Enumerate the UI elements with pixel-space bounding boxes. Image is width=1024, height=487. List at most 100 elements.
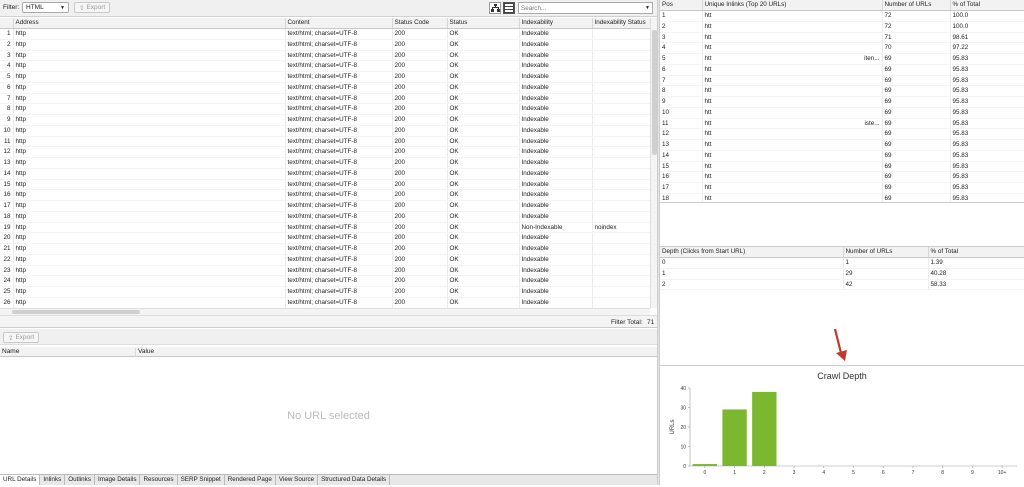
table-row[interactable]: 19 http text/html; charset=UTF-8 200 OK Non-I… [0, 222, 650, 234]
column-header-address[interactable]: Address [13, 18, 286, 29]
export-icon: ⇪ [79, 4, 85, 12]
status-cell: OK [447, 82, 520, 94]
row-number: 12 [0, 146, 14, 158]
column-header-pos[interactable]: Pos [660, 0, 703, 11]
tab-outlinks[interactable]: Outlinks [65, 475, 95, 485]
table-row[interactable]: 15 htt 69 95.83 [660, 161, 1024, 173]
column-header-unique-inlinks[interactable]: Unique Inlinks (Top 20 URLs) [702, 0, 883, 11]
search-box[interactable]: ▼ [518, 2, 653, 14]
table-row[interactable]: 25 http text/html; charset=UTF-8 200 OK Index… [0, 286, 650, 298]
column-header-status-code[interactable]: Status Code [392, 18, 448, 29]
column-header-indexability[interactable]: Indexability [519, 18, 593, 29]
inlink-url-text: htt [704, 76, 712, 84]
table-row[interactable]: 12 htt 69 95.83 [660, 128, 1024, 140]
table-row[interactable]: 13 htt 69 95.83 [660, 139, 1024, 151]
table-row[interactable]: 9 htt 69 95.83 [660, 96, 1024, 108]
table-row[interactable]: 23 http text/html; charset=UTF-8 200 OK Index… [0, 265, 650, 277]
tab-image-details[interactable]: Image Details [94, 475, 141, 485]
pos-cell: 16 [660, 171, 703, 183]
filter-select[interactable]: HTML ▼ [22, 2, 69, 13]
list-view-button[interactable] [503, 2, 515, 14]
table-row[interactable]: 1 29 40.28 [660, 268, 1024, 280]
table-row[interactable]: 1 htt 72 100.0 [660, 10, 1024, 22]
table-row[interactable]: 8 htt 69 95.83 [660, 85, 1024, 97]
tab-view-source[interactable]: View Source [275, 475, 319, 485]
table-row[interactable]: 18 htt 69 95.83 [660, 193, 1024, 202]
search-input[interactable] [521, 4, 631, 12]
column-header-depth[interactable]: Depth (Clicks from Start URL) [660, 247, 844, 258]
table-row[interactable]: 6 htt 69 95.83 [660, 64, 1024, 76]
table-row[interactable]: 14 htt 69 95.83 [660, 150, 1024, 162]
table-row[interactable]: 12 http text/html; charset=UTF-8 200 OK Index… [0, 146, 650, 158]
table-row[interactable]: 9 http text/html; charset=UTF-8 200 OK Indexa… [0, 114, 650, 126]
table-row[interactable]: 2 42 58.33 [660, 279, 1024, 291]
column-header-number-of-urls[interactable]: Number of URLs [882, 0, 951, 11]
tab-url-details[interactable]: URL Details [0, 475, 41, 485]
table-row[interactable]: 13 http text/html; charset=UTF-8 200 OK Index… [0, 157, 650, 169]
pos-cell: 8 [660, 85, 703, 97]
table-row[interactable]: 5 htt iten... 69 95.83 [660, 53, 1024, 65]
table-row[interactable]: 4 htt 70 97.22 [660, 42, 1024, 54]
chevron-down-icon[interactable]: ▼ [645, 5, 650, 11]
indexability-status-cell [592, 211, 650, 223]
main-table-vertical-scrollbar[interactable] [650, 18, 657, 308]
tree-view-button[interactable] [489, 2, 501, 14]
table-row[interactable]: 11 htt iste... 69 95.83 [660, 118, 1024, 130]
column-header-indexability-status[interactable]: Indexability Status [592, 18, 650, 29]
tab-resources[interactable]: Resources [140, 475, 178, 485]
tab-inlinks[interactable]: Inlinks [40, 475, 66, 485]
column-header-value[interactable]: Value [135, 348, 154, 357]
table-row[interactable]: 3 htt 71 98.61 [660, 32, 1024, 44]
detail-export-button[interactable]: ⇪ Export [3, 332, 40, 343]
inlink-url-cell: htt [702, 32, 883, 44]
main-table-horizontal-scrollbar[interactable] [0, 308, 650, 315]
table-row[interactable]: 10 htt 69 95.83 [660, 107, 1024, 119]
tab-rendered-page[interactable]: Rendered Page [224, 475, 276, 485]
table-row[interactable]: 14 http text/html; charset=UTF-8 200 OK Index… [0, 168, 650, 180]
status-code-cell: 200 [392, 222, 448, 234]
indexability-status-cell [592, 60, 650, 72]
table-row[interactable]: 6 http text/html; charset=UTF-8 200 OK Indexa… [0, 82, 650, 94]
table-row[interactable]: 17 http text/html; charset=UTF-8 200 OK Index… [0, 200, 650, 212]
table-row[interactable]: 7 htt 69 95.83 [660, 75, 1024, 87]
inlink-url-overflow-text: iste... [864, 119, 880, 127]
column-header-depth-number-of-urls[interactable]: Number of URLs [843, 247, 929, 258]
column-header-name[interactable]: Name [2, 348, 19, 355]
table-row[interactable]: 17 htt 69 95.83 [660, 182, 1024, 194]
table-row[interactable]: 5 http text/html; charset=UTF-8 200 OK Indexa… [0, 71, 650, 83]
status-cell: OK [447, 179, 520, 191]
inlink-url-cell: htt [702, 128, 883, 140]
table-row[interactable]: 24 http text/html; charset=UTF-8 200 OK Index… [0, 275, 650, 287]
table-row[interactable]: 22 http text/html; charset=UTF-8 200 OK Index… [0, 254, 650, 266]
table-row[interactable]: 18 http text/html; charset=UTF-8 200 OK Index… [0, 211, 650, 223]
table-row[interactable]: 21 http text/html; charset=UTF-8 200 OK Index… [0, 243, 650, 255]
table-row[interactable]: 11 http text/html; charset=UTF-8 200 OK Index… [0, 136, 650, 148]
table-row[interactable]: 7 http text/html; charset=UTF-8 200 OK Indexa… [0, 93, 650, 105]
export-button[interactable]: ⇪ Export [74, 2, 111, 13]
tab-structured-data-details[interactable]: Structured Data Details [318, 475, 391, 485]
table-row[interactable]: 10 http text/html; charset=UTF-8 200 OK Index… [0, 125, 650, 137]
column-header-percent-of-total[interactable]: % of Total [950, 0, 1024, 11]
table-row[interactable]: 8 http text/html; charset=UTF-8 200 OK Indexa… [0, 103, 650, 115]
table-row[interactable]: 15 http text/html; charset=UTF-8 200 OK Index… [0, 179, 650, 191]
table-row[interactable]: 0 1 1.39 [660, 257, 1024, 269]
status-code-cell: 200 [392, 114, 448, 126]
table-row[interactable]: 16 http text/html; charset=UTF-8 200 OK Index… [0, 189, 650, 201]
table-row[interactable]: 4 http text/html; charset=UTF-8 200 OK Indexa… [0, 60, 650, 72]
table-row[interactable]: 26 http text/html; charset=UTF-8 200 OK Index… [0, 297, 650, 308]
column-header-content[interactable]: Content [285, 18, 393, 29]
tab-serp-snippet[interactable]: SERP Snippet [177, 475, 225, 485]
inlink-url-text: htt [704, 87, 712, 95]
table-row[interactable]: 2 htt 72 100.0 [660, 21, 1024, 33]
column-header-status[interactable]: Status [447, 18, 520, 29]
inlink-url-text: htt [704, 162, 712, 170]
table-row[interactable]: 20 http text/html; charset=UTF-8 200 OK Index… [0, 232, 650, 244]
table-row[interactable]: 2 http text/html; charset=UTF-8 200 OK Indexa… [0, 39, 650, 51]
table-row[interactable]: 3 http text/html; charset=UTF-8 200 OK Indexa… [0, 50, 650, 62]
scrollbar-thumb[interactable] [12, 310, 140, 314]
status-cell: OK [447, 275, 520, 287]
table-row[interactable]: 16 htt 69 95.83 [660, 171, 1024, 183]
inlinks-panel: Pos Unique Inlinks (Top 20 URLs) Number … [660, 0, 1024, 203]
table-row[interactable]: 1 http text/html; charset=UTF-8 200 OK Indexa… [0, 28, 650, 40]
column-header-depth-percent-of-total[interactable]: % of Total [928, 247, 1024, 258]
